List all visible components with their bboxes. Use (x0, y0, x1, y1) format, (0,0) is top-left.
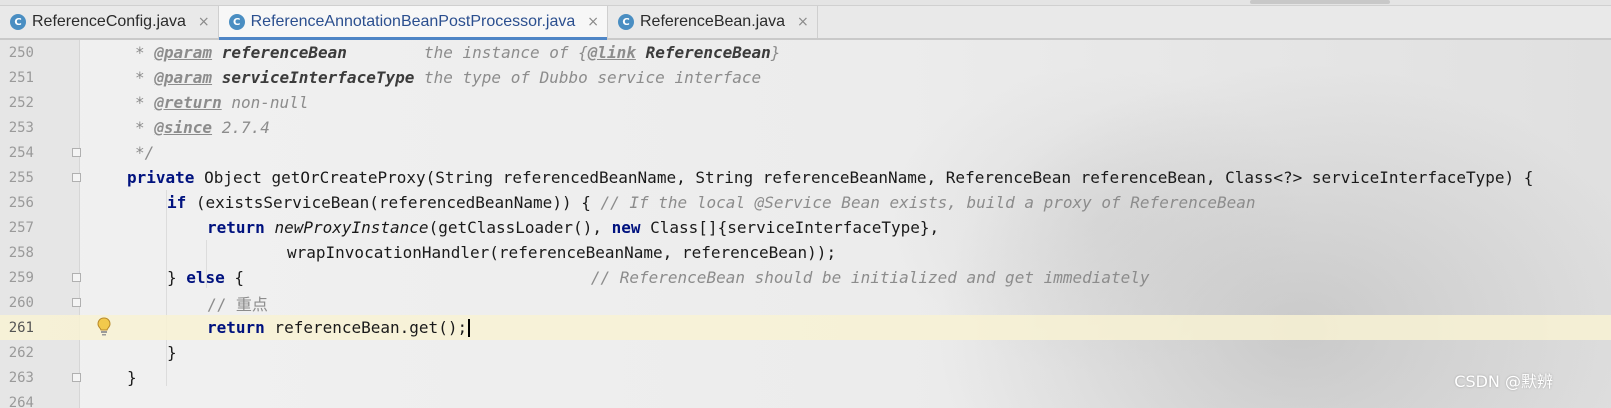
code-text: if (existsServiceBean(referencedBeanName… (167, 193, 1256, 212)
line-number: 258 (8, 244, 34, 261)
code-text: } else { // ReferenceBean should be init… (167, 268, 1150, 287)
code-text: * @param serviceInterfaceType the type o… (135, 68, 762, 87)
line-number: 252 (8, 94, 34, 111)
java-class-icon: C (228, 14, 245, 30)
code-line[interactable]: 262 } (0, 340, 1611, 365)
line-number: 250 (8, 44, 34, 61)
close-icon[interactable]: × (198, 14, 210, 30)
lightbulb-icon[interactable] (96, 317, 112, 337)
tab-label: ReferenceBean.java (640, 13, 785, 30)
line-number: 255 (8, 169, 34, 186)
fold-marker[interactable] (72, 173, 81, 182)
line-number: 256 (8, 194, 34, 211)
line-number: 262 (8, 344, 34, 361)
code-line[interactable]: 259 } else { // ReferenceBean should be … (0, 265, 1611, 290)
line-number: 260 (8, 294, 34, 311)
line-number: 264 (8, 394, 34, 408)
code-line[interactable]: 255 private Object getOrCreateProxy(Stri… (0, 165, 1611, 190)
code-text: wrapInvocationHandler(referenceBeanName,… (287, 243, 837, 262)
line-number: 257 (8, 219, 34, 236)
code-text: } (167, 343, 177, 362)
code-text: return newProxyInstance(getClassLoader()… (207, 218, 940, 237)
code-text: // 重点 (207, 294, 268, 314)
line-number: 263 (8, 369, 34, 386)
code-line-current[interactable]: 261 return referenceBean.get(); (0, 315, 1611, 340)
fold-marker[interactable] (72, 273, 81, 282)
code-text: * @return non-null (135, 93, 309, 112)
code-text: return referenceBean.get(); (207, 318, 471, 338)
close-icon[interactable]: × (587, 14, 599, 30)
close-icon[interactable]: × (797, 14, 809, 30)
scroll-thumb[interactable] (1250, 0, 1390, 4)
code-line[interactable]: 252 * @return non-null (0, 90, 1611, 115)
code-text: } (127, 368, 137, 387)
watermark: CSDN @默辨 (1454, 372, 1553, 391)
code-line[interactable]: 263 } (0, 365, 1611, 390)
code-line[interactable]: 251 * @param serviceInterfaceType the ty… (0, 65, 1611, 90)
line-number: 259 (8, 269, 34, 286)
code-text: * @since 2.7.4 (135, 118, 270, 137)
line-number: 253 (8, 119, 34, 136)
tab-label: ReferenceConfig.java (32, 13, 186, 30)
fold-marker[interactable] (72, 148, 81, 157)
code-line[interactable]: 254 */ (0, 140, 1611, 165)
code-text: private Object getOrCreateProxy(String r… (127, 168, 1534, 187)
line-number: 261 (8, 319, 34, 336)
fold-marker[interactable] (72, 298, 81, 307)
tab-reference-annotation-bean-post-processor[interactable]: C ReferenceAnnotationBeanPostProcessor.j… (218, 6, 608, 40)
code-line[interactable]: 260 // 重点 (0, 290, 1611, 315)
text-caret (468, 319, 471, 338)
line-number: 251 (8, 69, 34, 86)
fold-marker[interactable] (72, 373, 81, 382)
code-line[interactable]: 257 return newProxyInstance(getClassLoad… (0, 215, 1611, 240)
line-number: 254 (8, 144, 34, 161)
code-text: */ (135, 143, 155, 162)
code-line[interactable]: 253 * @since 2.7.4 (0, 115, 1611, 140)
code-line[interactable]: 264 (0, 390, 1611, 408)
java-class-icon: C (618, 14, 634, 30)
java-class-icon: C (10, 14, 26, 30)
tab-label: ReferenceAnnotationBeanPostProcessor.jav… (250, 13, 576, 30)
code-line[interactable]: 256 if (existsServiceBean(referencedBean… (0, 190, 1611, 215)
code-text: * @param referenceBean the instance of {… (135, 43, 781, 62)
tab-reference-config[interactable]: C ReferenceConfig.java × (0, 6, 219, 38)
editor-tab-bar: C ReferenceConfig.java × C ReferenceAnno… (0, 6, 1611, 40)
tab-reference-bean[interactable]: C ReferenceBean.java × (608, 6, 818, 38)
code-editor[interactable]: 250 * @param referenceBean the instance … (0, 40, 1611, 408)
code-line[interactable]: 250 * @param referenceBean the instance … (0, 40, 1611, 65)
code-line[interactable]: 258 wrapInvocationHandler(referenceBeanN… (0, 240, 1611, 265)
